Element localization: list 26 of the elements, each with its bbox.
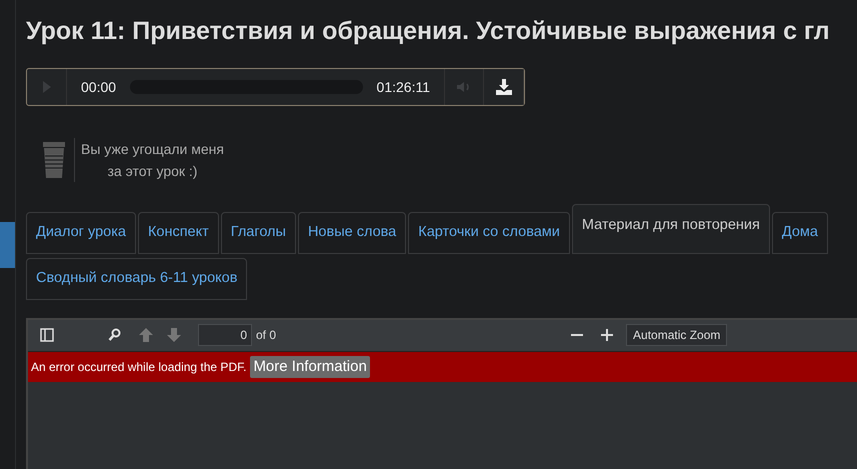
zoom-in-icon	[600, 328, 614, 342]
search-icon	[108, 328, 122, 342]
page-number-field[interactable]: 0	[198, 324, 252, 346]
download-icon	[494, 79, 512, 95]
sidebar-highlight	[0, 222, 15, 268]
play-icon	[42, 80, 52, 94]
tab[interactable]: Дома	[772, 212, 828, 254]
page-count: of 0	[256, 327, 276, 344]
tab[interactable]: Диалог урока	[26, 212, 136, 254]
tab[interactable]: Сводный словарь 6-11 уроков	[26, 258, 248, 300]
tab[interactable]: Конспект	[138, 212, 219, 254]
tab[interactable]: Материал для повторения	[572, 204, 770, 254]
zoom-select[interactable]: Automatic Zoom	[626, 324, 728, 346]
tab[interactable]: Новые слова	[298, 212, 406, 254]
current-time: 00:00	[81, 78, 116, 96]
sidebar-toggle-icon	[40, 328, 54, 342]
next-page-icon	[166, 327, 182, 343]
tab[interactable]: Глаголы	[220, 212, 296, 254]
page-title: Урок 11: Приветствия и обращения. Устойчивые выражения с гл	[26, 16, 831, 46]
coffee-cup-icon	[42, 142, 66, 178]
more-information-button[interactable]: More Information	[250, 356, 370, 378]
error-message: An error occurred while loading the PDF.	[31, 358, 246, 376]
tab[interactable]: Карточки со словами	[408, 212, 570, 254]
treat-message: Вы уже угощали меня за этот урок :)	[74, 138, 224, 182]
previous-page-icon	[138, 327, 154, 343]
duration: 01:26:11	[376, 78, 430, 96]
